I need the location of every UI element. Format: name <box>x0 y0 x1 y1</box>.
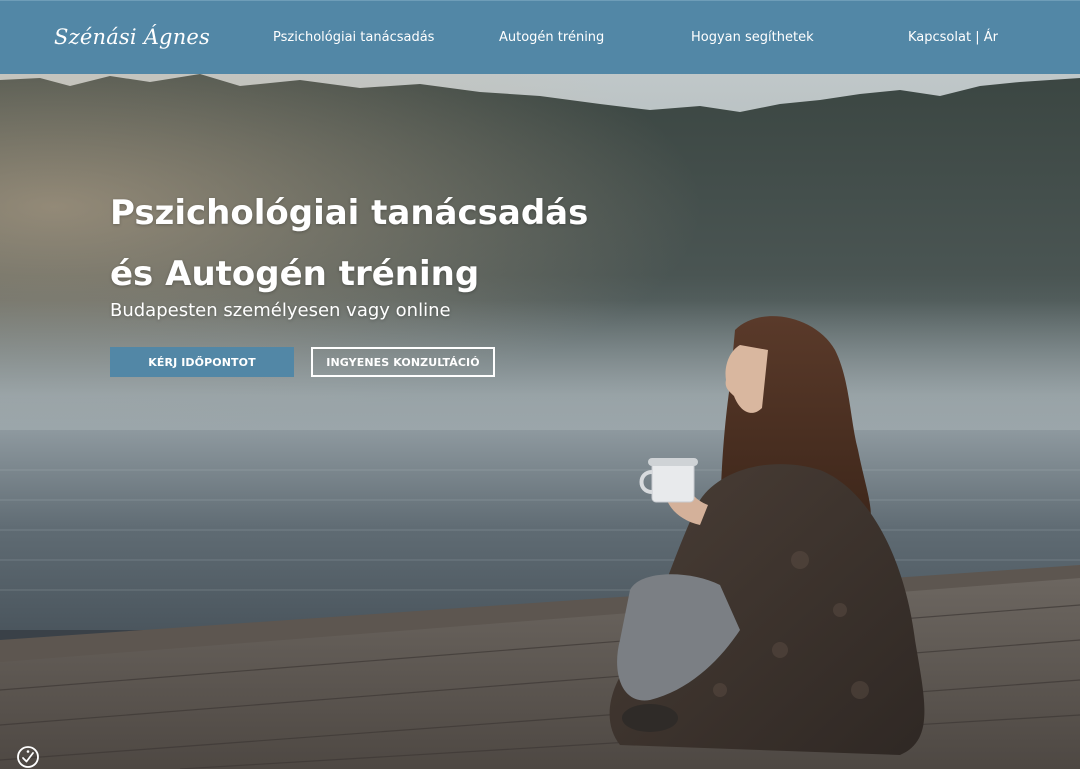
free-consultation-button[interactable]: INGYENES KONZULTÁCIÓ <box>311 347 495 377</box>
hero-subtitle: Budapesten személyesen vagy online <box>110 300 451 321</box>
hero-title-line-1: Pszichológiai tanácsadás <box>110 193 589 233</box>
accessibility-icon[interactable] <box>16 745 40 769</box>
site-logo[interactable]: Szénási Ágnes <box>54 25 210 49</box>
nav-item-pszichologiai-tanacsadas[interactable]: Pszichológiai tanácsadás <box>273 30 434 45</box>
nav-item-kapcsolat-ar[interactable]: Kapcsolat | Ár <box>908 30 998 45</box>
book-appointment-button[interactable]: KÉRJ IDŐPONTOT <box>110 347 294 377</box>
hero-title: Pszichológiai tanácsadás és Autogén trén… <box>110 183 588 305</box>
page: Szénási Ágnes Pszichológiai tanácsadás A… <box>0 0 1080 769</box>
nav-item-autogen-trening[interactable]: Autogén tréning <box>499 30 604 45</box>
nav-item-hogyan-segithetek[interactable]: Hogyan segíthetek <box>691 30 814 45</box>
hero-background-image <box>0 0 1080 769</box>
hero-title-line-2: és Autogén tréning <box>110 254 480 294</box>
site-header: Szénási Ágnes Pszichológiai tanácsadás A… <box>0 0 1080 74</box>
